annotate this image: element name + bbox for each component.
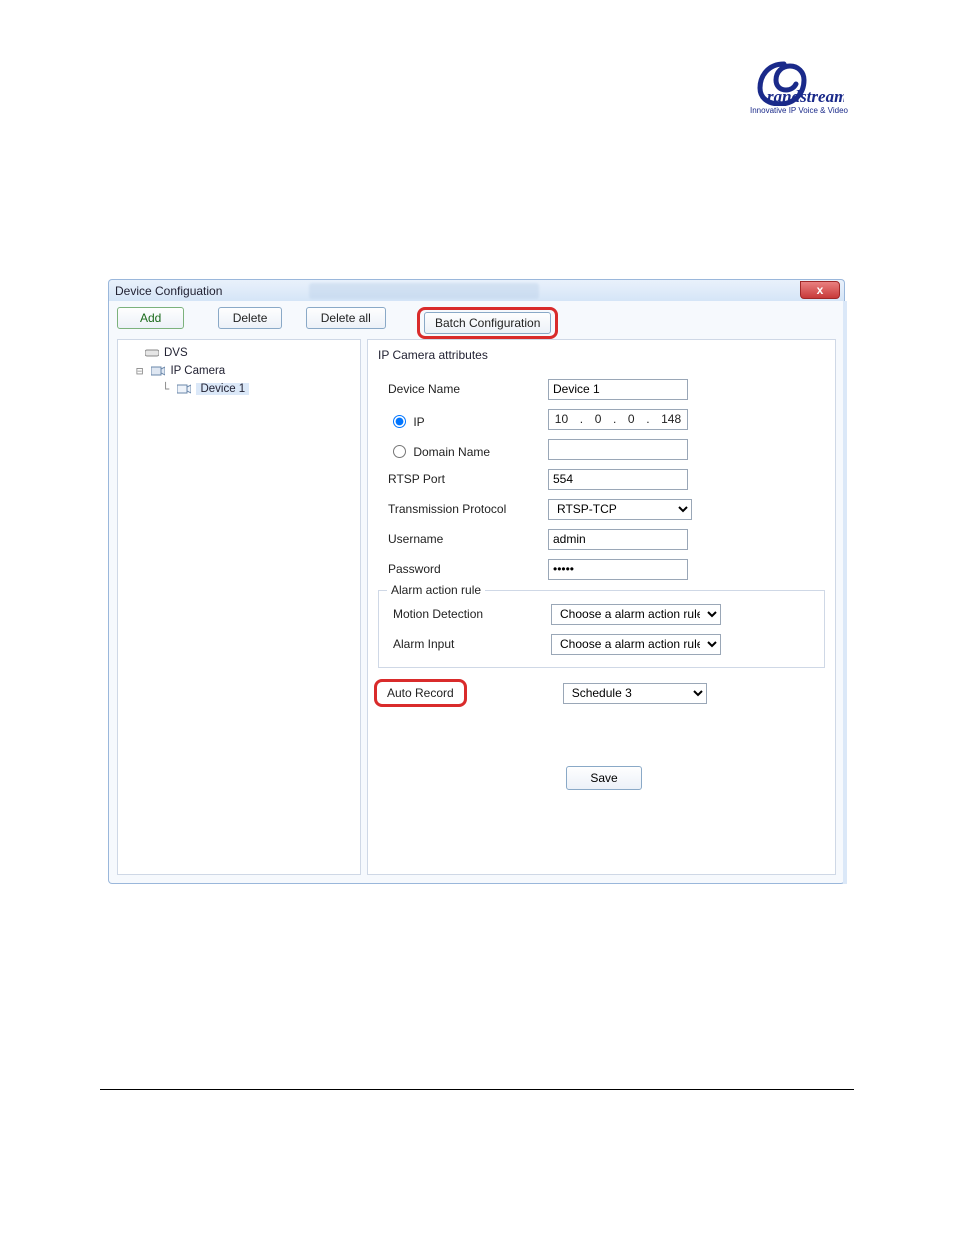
svg-text:randstream: randstream (767, 87, 844, 106)
pass-label: Password (378, 562, 548, 576)
tree-node-device1[interactable]: └ Device 1 (122, 380, 356, 398)
alarmin-label: Alarm Input (387, 637, 551, 651)
window-titlebar: Device Configuation x (108, 279, 845, 301)
username-input[interactable] (548, 529, 688, 550)
window-edge (843, 301, 847, 884)
batch-config-highlight: Batch Configuration (417, 307, 558, 339)
rtsp-input[interactable] (548, 469, 688, 490)
user-label: Username (378, 532, 548, 546)
tree-label: DVS (164, 347, 188, 359)
tree-node-ipcamera[interactable]: ⊟ IP Camera (122, 362, 356, 380)
proto-select[interactable]: RTSP-TCP (548, 499, 692, 520)
domain-label: Domain Name (413, 445, 490, 459)
tree-branch-icon: └ (162, 382, 176, 396)
auto-record-select[interactable]: Schedule 3 (563, 683, 707, 704)
brand-tagline: Innovative IP Voice & Video (744, 106, 854, 115)
camera-group-icon (150, 364, 166, 378)
save-button[interactable]: Save (566, 766, 642, 790)
ip-label: IP (413, 415, 424, 429)
ip-octet-1: 10 (555, 412, 568, 426)
auto-record-label: Auto Record (387, 686, 454, 700)
camera-icon (176, 382, 192, 396)
device-name-label: Device Name (378, 382, 548, 396)
window-close-button[interactable]: x (800, 281, 840, 299)
attributes-panel: IP Camera attributes Device Name IP 10. … (367, 339, 836, 875)
close-icon: x (817, 283, 824, 297)
domain-radio[interactable] (393, 445, 406, 458)
footer-rule (100, 1089, 854, 1090)
ip-octet-3: 0 (628, 412, 635, 426)
add-button[interactable]: Add (117, 307, 184, 329)
auto-record-highlight: Auto Record (374, 679, 467, 707)
domain-radio-row: Domain Name (378, 440, 548, 459)
rtsp-label: RTSP Port (378, 472, 548, 486)
tree-label: IP Camera (170, 365, 225, 377)
window-body: Add Delete Delete all Batch Configuratio… (108, 301, 845, 884)
password-input[interactable] (548, 559, 688, 580)
dvs-icon (144, 346, 160, 360)
delete-button[interactable]: Delete (218, 307, 283, 329)
ip-radio-row: IP (378, 410, 548, 429)
titlebar-blur (309, 283, 539, 299)
ip-radio[interactable] (393, 415, 406, 428)
proto-label: Transmission Protocol (378, 502, 548, 516)
domain-input[interactable] (548, 439, 688, 460)
tree-label: Device 1 (196, 383, 249, 395)
ip-octet-2: 0 (595, 412, 602, 426)
ip-octet-4: 148 (661, 412, 681, 426)
tree-node-dvs[interactable]: DVS (122, 344, 356, 362)
device-tree: DVS ⊟ IP Camera └ Device 1 (117, 339, 361, 875)
motion-label: Motion Detection (387, 607, 551, 621)
grandstream-logo-icon: randstream (754, 58, 844, 106)
batch-config-button[interactable]: Batch Configuration (424, 312, 551, 334)
toolbar: Add Delete Delete all Batch Configuratio… (117, 307, 836, 333)
attributes-title: IP Camera attributes (378, 348, 825, 362)
ip-input[interactable]: 10. 0. 0. 148 (548, 409, 688, 430)
alarmin-select[interactable]: Choose a alarm action rule (551, 634, 721, 655)
window-title: Device Configuation (115, 284, 222, 298)
motion-select[interactable]: Choose a alarm action rule (551, 604, 721, 625)
alarm-fieldset: Alarm action rule Motion Detection Choos… (378, 590, 825, 668)
alarm-legend: Alarm action rule (387, 583, 485, 597)
device-config-window: Device Configuation x Add Delete Delete … (108, 279, 845, 884)
brand-logo: randstream Innovative IP Voice & Video (744, 58, 854, 115)
delete-all-button[interactable]: Delete all (306, 307, 386, 329)
tree-expander-icon[interactable]: ⊟ (136, 364, 150, 378)
device-name-input[interactable] (548, 379, 688, 400)
